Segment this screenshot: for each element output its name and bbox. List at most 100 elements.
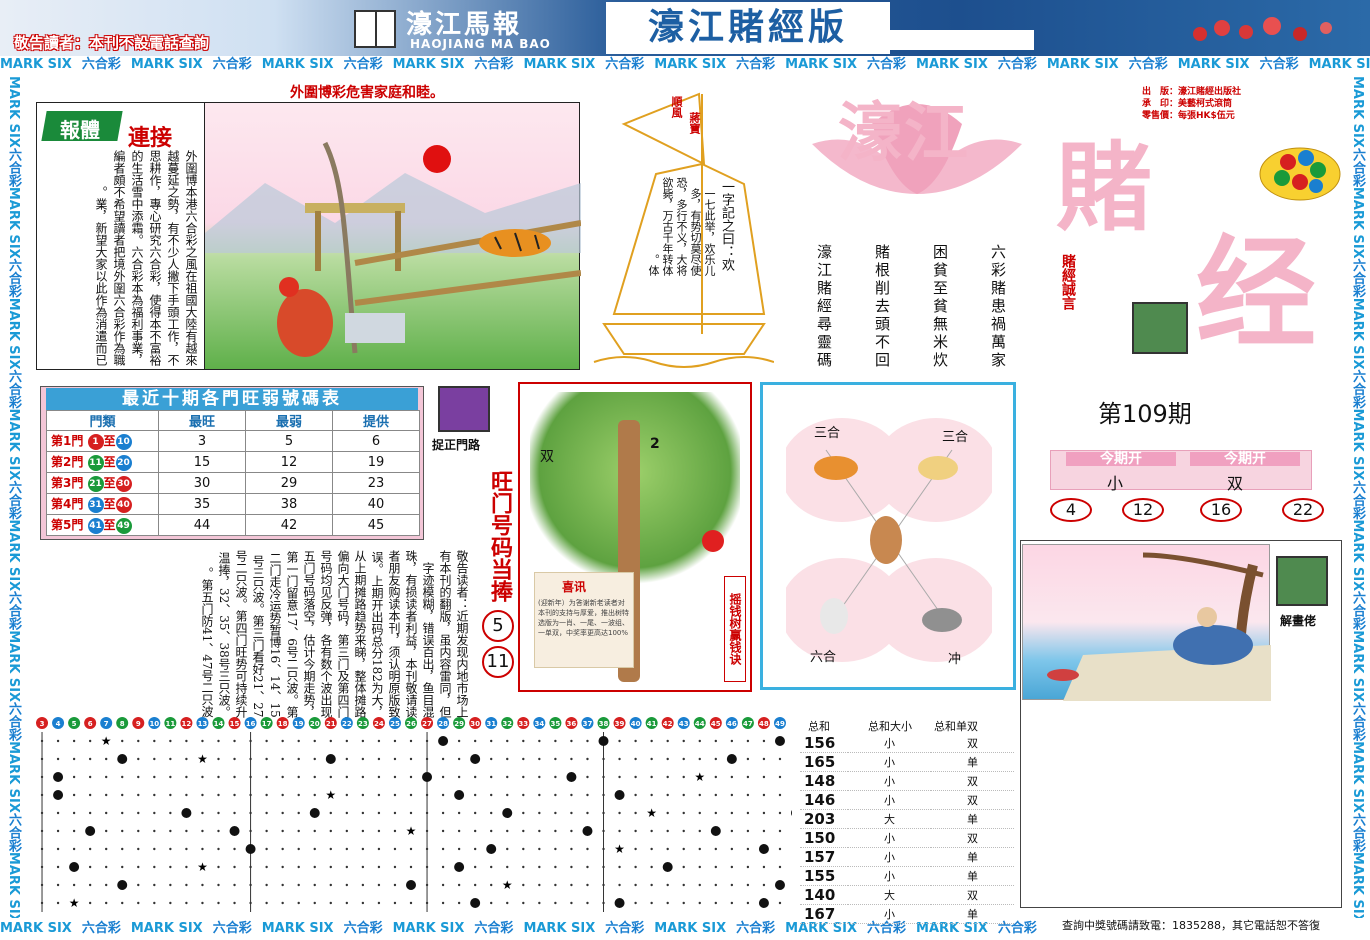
band-mark-text: MARK SIX	[785, 57, 857, 72]
grid-dot	[361, 775, 365, 779]
grid-dot	[121, 811, 124, 815]
grid-dot	[441, 865, 445, 869]
grid-dot	[554, 865, 557, 869]
tree-side-label: 摇钱树赢钱诀	[724, 576, 746, 682]
grid-dot	[217, 775, 220, 779]
grid-dot	[233, 901, 236, 905]
grid-dot	[137, 739, 140, 743]
hand-lock-icon	[438, 386, 490, 432]
band-mark-text: MARK SIX	[392, 921, 465, 936]
grid-dot	[265, 757, 268, 761]
range-to-ball: 30	[115, 475, 132, 492]
x-tick-label: 16	[246, 720, 256, 728]
band-liuhe-text: 六合彩	[81, 921, 121, 936]
range-to-ball: 10	[115, 433, 132, 450]
sum-value: 167	[800, 904, 848, 924]
grid-dot	[185, 883, 188, 887]
grid-dot	[345, 901, 349, 905]
grid-dot	[72, 757, 76, 761]
grid-dot	[265, 811, 268, 815]
grid-dot	[650, 793, 653, 797]
grid-dot	[730, 793, 734, 797]
grid-dot	[409, 811, 413, 815]
grid-dot	[762, 811, 766, 815]
cold-cell: 5	[245, 430, 333, 452]
x-tick-label: 30	[470, 720, 480, 728]
grid-dot	[746, 757, 750, 761]
grid-dot	[281, 739, 284, 743]
grid-dot	[329, 901, 332, 905]
grid-dot	[377, 757, 381, 761]
grid-dot	[570, 793, 573, 797]
grid-dot	[201, 811, 204, 815]
grid-dot	[88, 883, 92, 887]
x-tick-label: 23	[358, 720, 368, 728]
band-liuhe-text: 六合彩	[6, 591, 21, 631]
x-tick-label: 27	[422, 720, 432, 728]
grid-dot	[473, 883, 477, 887]
trend-dot	[181, 808, 192, 818]
trend-dot	[566, 772, 577, 782]
grid-dot	[618, 829, 621, 833]
range-to-word: 至	[103, 518, 116, 533]
zodiac-label-tl: 三合	[814, 426, 841, 441]
grid-dot	[634, 829, 637, 833]
grid-dot	[762, 829, 766, 833]
printer-line: 承 印：美藝柯式滾筒	[1142, 99, 1233, 109]
grid-dot	[361, 883, 365, 887]
grid-dot	[361, 757, 365, 761]
cartoon-picture	[204, 102, 582, 370]
x-tick-label: 5	[72, 720, 77, 728]
grid-dot	[137, 757, 140, 761]
picture-caption: 外圍博彩危害家庭和睦。	[290, 85, 444, 101]
grid-dot	[778, 757, 782, 761]
grid-dot	[425, 793, 429, 797]
grid-dot	[329, 739, 332, 743]
band-liuhe-text: 六合彩	[605, 921, 645, 936]
grid-dot	[554, 739, 557, 743]
zodiac-petals	[786, 418, 992, 662]
grid-dot	[441, 883, 445, 887]
grid-dot	[602, 901, 605, 905]
grid-dot	[313, 865, 316, 869]
grid-dot	[137, 847, 140, 851]
band-liuhe-text: 六合彩	[1350, 812, 1365, 852]
grid-dot	[233, 883, 236, 887]
grid-dot	[682, 757, 685, 761]
grid-dot	[506, 865, 509, 869]
band-mark-text: MARK SIX	[130, 921, 203, 936]
grid-dot	[169, 883, 172, 887]
cold-cell: 38	[245, 493, 333, 515]
trend-star: ★	[406, 824, 417, 838]
grid-dot	[425, 757, 429, 761]
grid-dot	[666, 739, 669, 743]
x-tick-label: 25	[390, 720, 400, 728]
band-mark-text: MARK SIX	[1350, 519, 1365, 592]
band-mark-text: MARK SIX	[1350, 851, 1365, 918]
grid-dot	[682, 739, 685, 743]
grid-dot	[778, 865, 782, 869]
trend-dot	[614, 790, 625, 800]
trend-dot	[117, 754, 128, 764]
grid-dot	[778, 775, 782, 779]
grid-dot	[72, 793, 76, 797]
band-mark-text: MARK SIX	[1177, 57, 1250, 72]
x-tick-label: 49	[775, 720, 785, 728]
cold-cell: 42	[245, 514, 333, 536]
grid-dot	[249, 901, 252, 905]
grid-dot	[297, 757, 300, 761]
trend-dot	[614, 898, 625, 908]
lottery-balls-icon	[1259, 147, 1341, 201]
trend-dot	[245, 844, 256, 854]
grid-dot	[104, 829, 108, 833]
grid-dot	[56, 829, 60, 833]
grid-dot	[650, 901, 653, 905]
grid-dot	[88, 901, 92, 905]
grid-dot	[121, 739, 124, 743]
inquiry-line: 查詢中獎號碼請致電：1835288，其它電話恕不答復	[1062, 919, 1320, 932]
masthead-title-2: 賭	[1056, 131, 1152, 244]
gate-label: 第1門	[51, 434, 84, 449]
grid-dot	[425, 829, 429, 833]
grid-dot	[730, 901, 734, 905]
hot-cell: 44	[158, 514, 246, 536]
